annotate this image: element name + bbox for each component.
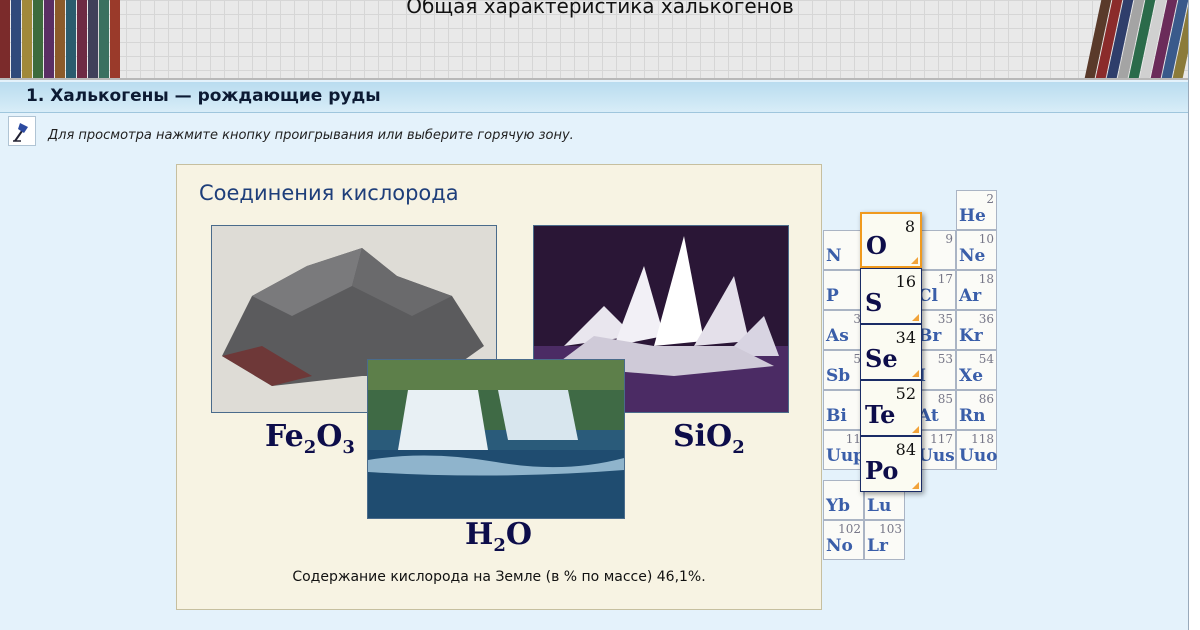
- element-cell[interactable]: 86 Rn: [956, 390, 997, 430]
- element-selenium[interactable]: 34 Se: [860, 324, 922, 380]
- chalcogen-column: 8O 16 S 34 Se 52 Te 84 Po: [860, 212, 922, 492]
- element-cell[interactable]: 102 No: [823, 520, 864, 560]
- element-cell[interactable]: P: [823, 270, 864, 310]
- right-scrollbar[interactable]: [1188, 0, 1200, 630]
- section-bar: 1. Халькогены — рождающие руды: [0, 82, 1188, 113]
- formula-sio2: SiO2: [673, 419, 745, 458]
- corner-marker-icon: [912, 426, 919, 433]
- element-cell[interactable]: 54 Xe: [956, 350, 997, 390]
- panel-title: Соединения кислорода: [199, 181, 459, 205]
- oxygen-content-caption: Содержание кислорода на Земле (в % по ма…: [292, 569, 706, 585]
- element-polonium[interactable]: 84 Po: [860, 436, 922, 492]
- corner-marker-icon: [911, 257, 918, 264]
- element-cell[interactable]: 103 Lr: [864, 520, 905, 560]
- window-header: Общая характеристика халькогенов: [0, 0, 1200, 80]
- corner-marker-icon: [912, 370, 919, 377]
- element-tellurium[interactable]: 52 Te: [860, 380, 922, 436]
- formula-fe2o3: Fe2O3: [265, 419, 355, 458]
- element-cell[interactable]: 11 Uup: [823, 430, 865, 470]
- books-right-decoration: [1084, 0, 1200, 78]
- waterfall-photo[interactable]: [367, 359, 625, 519]
- element-sulfur[interactable]: 16 S: [860, 268, 922, 324]
- section-title: 1. Халькогены — рождающие руды: [26, 86, 381, 106]
- element-cell[interactable]: N: [823, 230, 864, 270]
- hint-text: Для просмотра нажмите кнопку проигрывани…: [48, 128, 574, 143]
- element-oxygen[interactable]: 8O: [860, 212, 922, 268]
- corner-marker-icon: [912, 482, 919, 489]
- element-cell[interactable]: 10 Ne: [956, 230, 997, 270]
- element-cell[interactable]: 118 Uuo: [956, 430, 998, 470]
- element-cell[interactable]: Bi: [823, 390, 864, 430]
- element-cell[interactable]: Yb: [823, 480, 864, 520]
- oxygen-compounds-panel: Соединения кислорода Fe2O3 SiO2 H2O Соде…: [176, 164, 822, 610]
- element-cell[interactable]: 18 Ar: [956, 270, 997, 310]
- element-cell[interactable]: 3 As: [823, 310, 864, 350]
- formula-h2o: H2O: [465, 517, 533, 556]
- corner-marker-icon: [912, 314, 919, 321]
- element-cell[interactable]: 36 Kr: [956, 310, 997, 350]
- page-title: Общая характеристика халькогенов: [406, 0, 794, 18]
- element-cell[interactable]: 5 Sb: [823, 350, 864, 390]
- element-cell[interactable]: 2 He: [956, 190, 997, 230]
- pushpin-icon[interactable]: [8, 116, 36, 146]
